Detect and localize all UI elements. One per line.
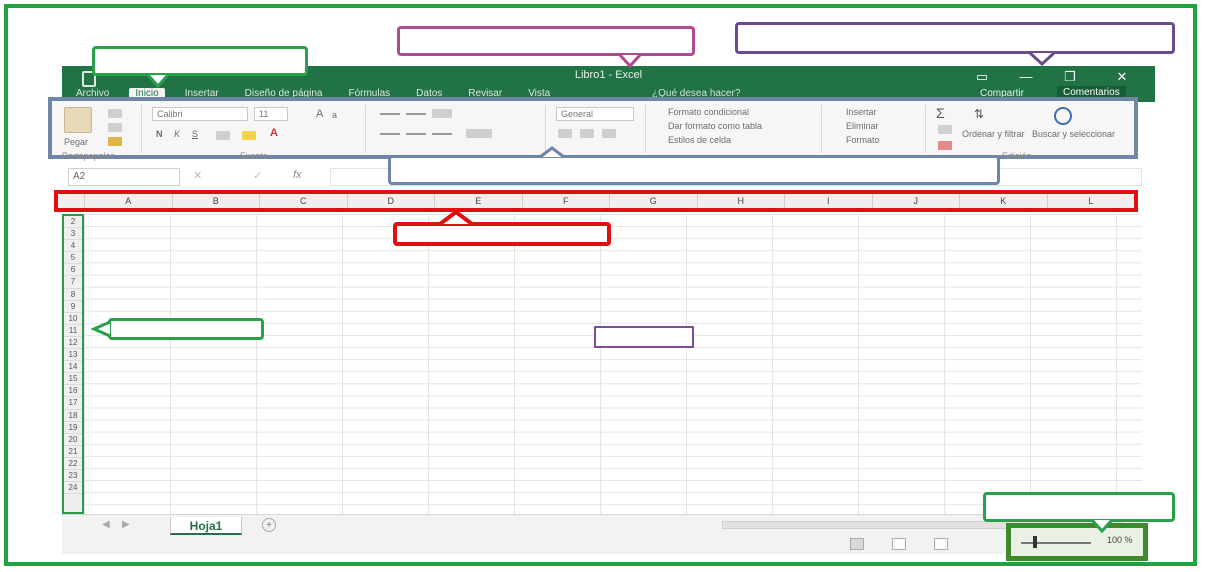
pointer-quick-access bbox=[146, 73, 170, 89]
pointer-ribbon bbox=[539, 146, 565, 159]
pointer-zoom bbox=[1090, 518, 1114, 534]
pointer-columns bbox=[438, 209, 474, 226]
callout-pointers bbox=[90, 51, 1114, 534]
pointer-title bbox=[618, 53, 642, 69]
pointer-rows bbox=[90, 320, 111, 338]
pointer-window-controls bbox=[1028, 51, 1056, 67]
